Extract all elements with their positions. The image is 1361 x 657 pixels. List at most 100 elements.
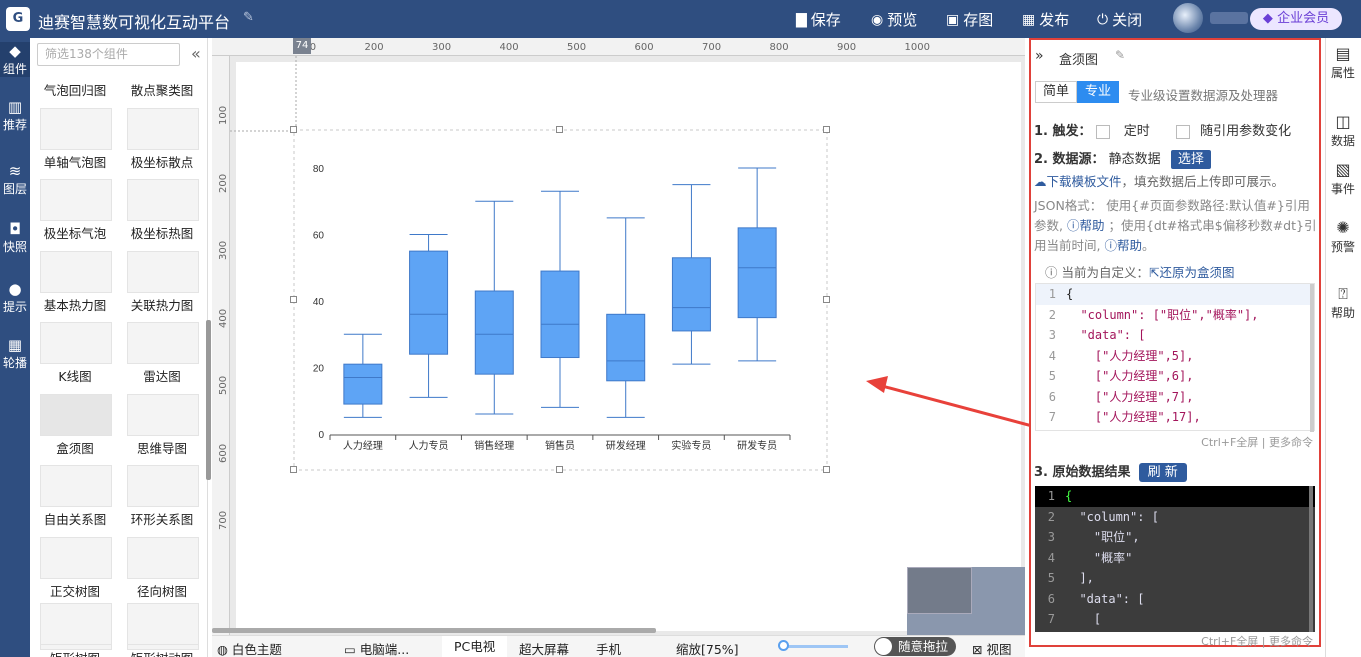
code-line: 7 [ [1047, 612, 1102, 626]
download-template-link[interactable]: ☁下载模板文件 [1034, 174, 1122, 189]
resize-handle[interactable] [290, 466, 297, 473]
bulb-icon: ● [8, 280, 22, 298]
palette-icon: ◍ [217, 642, 232, 657]
boxplot-chart[interactable]: 0 20 40 60 80 人力经理 人力专员 销售经理 销售员 研发经理 实验专员 研发专员 [313, 164, 791, 452]
x-tick-label: 研发专员 [737, 439, 777, 452]
minimap[interactable] [907, 567, 1025, 635]
leftnav-item-1[interactable]: ▥ 推荐 [0, 98, 30, 133]
timer-label: 定时 [1123, 124, 1150, 139]
help-icon: ⍰ [1338, 284, 1348, 303]
theme-switch[interactable]: ◍ 白色主题 [217, 639, 282, 657]
resize-handle[interactable] [290, 126, 297, 133]
free-drag-toggle[interactable]: 随意拖拉 [874, 637, 957, 656]
layers-icon: ≋ [8, 162, 22, 180]
code-line: 4 "概率" [1047, 550, 1133, 565]
cloud-download-icon: ☁ [1034, 174, 1047, 189]
box-6[interactable] [737, 227, 777, 319]
minimap-viewport[interactable] [907, 567, 972, 614]
leftnav-item-4[interactable]: ● 提示 [0, 280, 30, 315]
resize-handle[interactable] [290, 296, 297, 303]
tab-desktop[interactable]: ▭ 电脑端... [344, 639, 409, 657]
x-tick-label: 人力经理 [343, 439, 383, 452]
view-icon: ⊠ [972, 642, 987, 657]
code-line: 2 "column": ["职位","概率"], [1048, 307, 1259, 322]
resize-handle[interactable] [556, 466, 563, 473]
resize-handle[interactable] [556, 126, 563, 133]
trigger-row: 1. 触发： 定时 随引用参数变化 [1034, 120, 1291, 139]
canvas-hscrollbar[interactable] [212, 628, 656, 633]
component-icon: ◆ [9, 42, 21, 60]
source-row: 2. 数据源： 静态数据 选择 [1034, 148, 1211, 169]
resize-handle[interactable] [823, 126, 830, 133]
json-code-editor[interactable]: 1{2 "column": ["职位","概率"], 3 "data": [4 [… [1035, 283, 1315, 432]
raw-result-viewer[interactable]: 1{2 "column": [3 "职位", 4 "概率" 5 ], 6 "data"… [1035, 486, 1315, 632]
restore-icon: ⇱ [1149, 265, 1160, 280]
event-icon: ▧ [1335, 160, 1351, 179]
windows-icon: ▦ [7, 336, 23, 354]
editor-scrollbar[interactable] [1310, 284, 1314, 432]
box-5[interactable] [671, 257, 711, 332]
result-scrollbar[interactable] [1309, 486, 1313, 632]
tab-pc-tv[interactable]: PC电视 [442, 636, 508, 657]
raw-result-row: 3. 原始数据结果 刷 新 [1034, 461, 1187, 482]
y-tick-label: 0 [318, 430, 324, 441]
resize-handle[interactable] [823, 466, 830, 473]
leftnav-item-2[interactable]: ≋ 图层 [0, 162, 30, 197]
code-line: 5 ["人力经理",6], [1048, 369, 1194, 383]
param-change-label: 随引用参数变化 [1200, 124, 1292, 139]
mode-pro-tab[interactable]: 专业 [1077, 81, 1119, 103]
code-line: 6 "data": [ [1047, 591, 1145, 606]
bottom-bar: ◍ 白色主题 ▭ 电脑端... PC电视 超大屏幕 手机 缩放[75%] 随意拖… [212, 635, 1025, 657]
result-shortcut-hint: Ctrl+F全屏 | 更多命令 [1201, 635, 1313, 648]
download-row: ☁下载模板文件，填充数据后上传即可展示。 [1034, 174, 1285, 189]
rightnav-item-3[interactable]: ✺ 预警 [1325, 218, 1361, 255]
box-4[interactable] [606, 313, 646, 382]
source-label: 2. 数据源： [1034, 152, 1105, 167]
refresh-button[interactable]: 刷 新 [1138, 463, 1187, 482]
mode-simple-tab[interactable]: 简单 [1035, 81, 1077, 103]
box-3[interactable] [540, 270, 580, 359]
leftnav-item-0[interactable]: ◆ 组件 [0, 42, 30, 77]
timer-checkbox[interactable] [1095, 124, 1110, 139]
box-1[interactable] [409, 250, 449, 355]
x-tick-label: 研发经理 [606, 439, 646, 452]
x-tick-label: 人力专员 [409, 439, 449, 452]
zoom-slider[interactable] [780, 645, 848, 648]
y-tick-label: 80 [313, 164, 325, 175]
database-icon: ◫ [1335, 112, 1351, 131]
rightnav-item-4[interactable]: ⍰ 帮助 [1325, 284, 1361, 321]
ai-icon: ▥ [7, 98, 23, 116]
code-line: 7 ["人力经理",17], [1048, 410, 1201, 424]
y-tick-label: 40 [313, 297, 325, 308]
expand-panel-icon[interactable]: » [1035, 48, 1044, 64]
toggle-knob [875, 638, 892, 655]
tab-large-screen[interactable]: 超大屏幕 [519, 639, 569, 657]
box-2[interactable] [474, 290, 514, 375]
help-link[interactable]: ⓘ帮助 [1067, 218, 1105, 233]
view-button[interactable]: ⊠ 视图 [972, 639, 1011, 657]
code-line: 2 "column": [ [1047, 509, 1159, 524]
zoom-slider-thumb[interactable] [778, 640, 789, 651]
restore-link[interactable]: ⇱还原为盒须图 [1149, 265, 1235, 280]
box-0[interactable] [343, 363, 383, 405]
leftnav-item-3[interactable]: ◘ 快照 [0, 220, 30, 255]
help-link-2[interactable]: ⓘ帮助 [1104, 238, 1142, 253]
edit-name-icon[interactable]: ✎ [1115, 48, 1125, 62]
rightnav-item-0[interactable]: ▤ 属性 [1325, 44, 1361, 81]
editor-shortcut-hint: Ctrl+F全屏 | 更多命令 [1201, 436, 1313, 449]
x-tick-label: 实验专员 [671, 439, 711, 452]
leftnav-item-5[interactable]: ▦ 轮播 [0, 336, 30, 371]
mode-desc: 专业级设置数据源及处理器 [1128, 88, 1279, 103]
param-change-checkbox[interactable] [1175, 124, 1190, 139]
monitor-icon: ▭ [344, 642, 360, 657]
code-line: 4 ["人力经理",5], [1048, 348, 1194, 363]
resize-handle[interactable] [823, 296, 830, 303]
code-line: 1{ [1035, 486, 1315, 507]
data-settings-panel: » 盒须图 ✎ 简单 专业 专业级设置数据源及处理器 1. 触发： 定时 随引用… [1029, 38, 1321, 648]
panel-title: 盒须图 [1059, 53, 1099, 68]
rightnav-item-2[interactable]: ▧ 事件 [1325, 160, 1361, 197]
rightnav-item-1[interactable]: ◫ 数据 [1325, 112, 1361, 149]
tab-mobile[interactable]: 手机 [596, 639, 621, 657]
code-line: 3 "data": [ [1048, 328, 1146, 342]
select-source-button[interactable]: 选择 [1170, 150, 1211, 169]
